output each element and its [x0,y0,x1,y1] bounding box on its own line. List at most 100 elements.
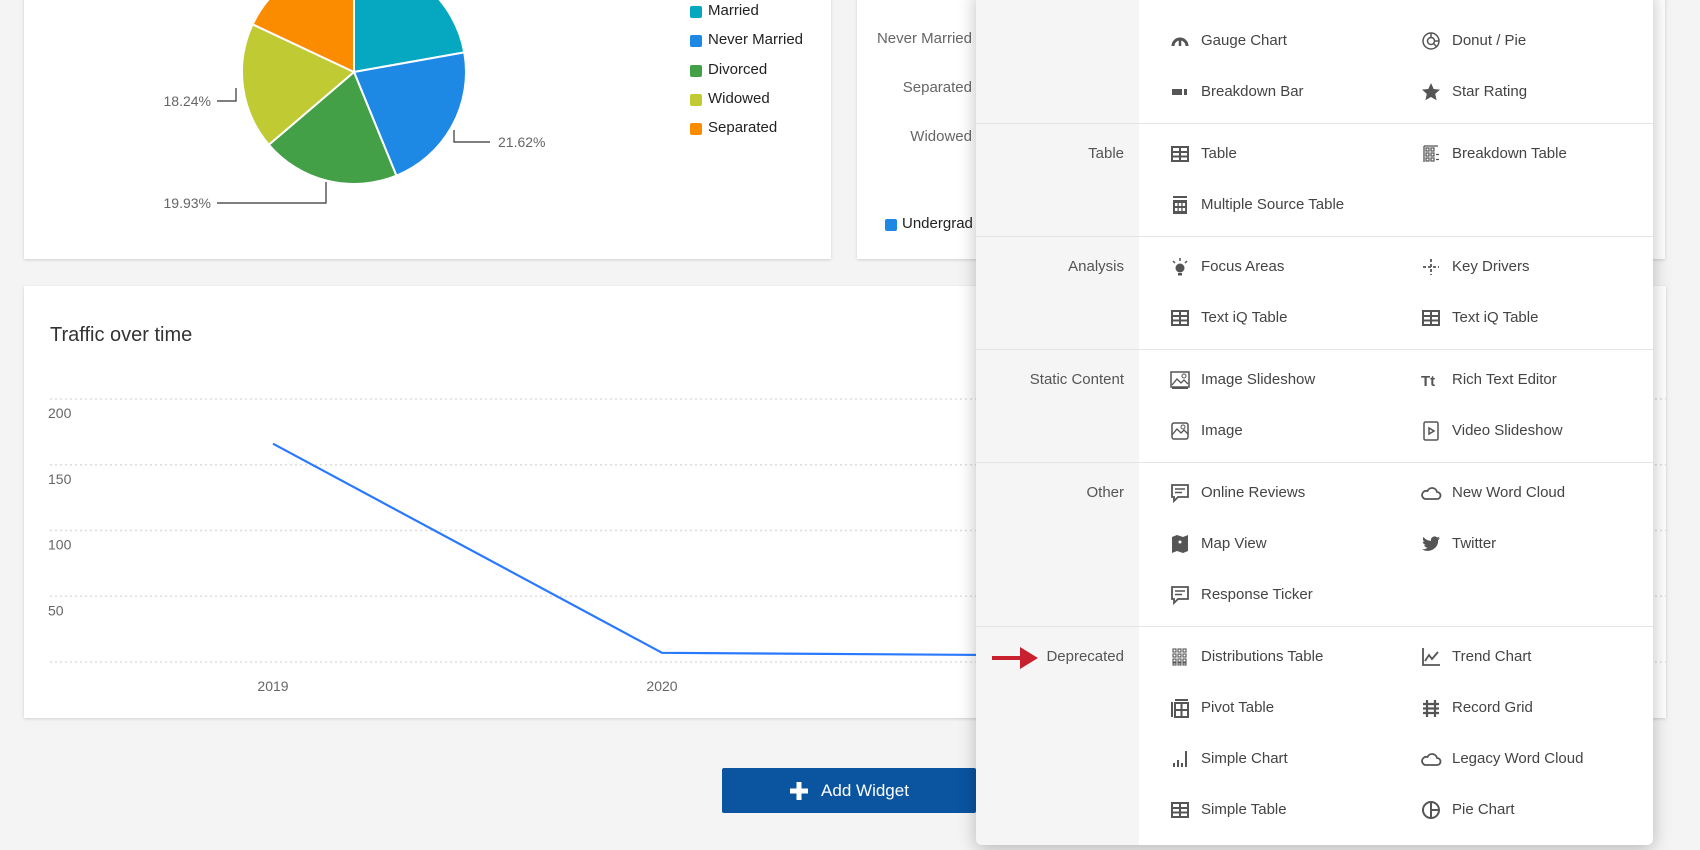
widget-option-text-iq-table[interactable]: Text iQ Table [1169,292,1287,343]
widget-option-simple-table[interactable]: Simple Table [1169,784,1287,835]
widget-option-label: Donut / Pie [1452,32,1527,49]
widget-option-label: Simple Chart [1201,750,1288,767]
menu-row: Response Ticker [1139,569,1653,620]
widget-option-new-word-cloud[interactable]: New Word Cloud [1420,467,1565,518]
widget-option-response-ticker[interactable]: Response Ticker [1169,569,1313,620]
widget-option-record-grid[interactable]: Record Grid [1420,682,1533,733]
legend-item[interactable]: Married [708,2,759,19]
widget-option-label: Rich Text Editor [1452,371,1557,388]
widget-option-label: Focus Areas [1201,258,1285,275]
widget-option-label: Record Grid [1452,699,1533,716]
widget-option-label: Breakdown Table [1452,145,1567,162]
widget-option-label: Pivot Table [1201,699,1275,716]
widget-option-label: Map View [1201,535,1267,552]
widget-option-item[interactable] [1169,0,1201,15]
menu-section: Static Content Image Slideshow Tt Rich Text… [976,349,1653,462]
widget-option-online-reviews[interactable]: Online Reviews [1169,467,1305,518]
svg-text:Tt: Tt [1421,373,1435,390]
widget-option-donut-pie[interactable]: Donut / Pie [1420,15,1526,66]
add-widget-button[interactable]: Add Widget [722,768,976,813]
legend-item[interactable]: Divorced [708,61,767,78]
menu-row: Online Reviews New Word Cloud [1139,467,1653,518]
legend-item[interactable]: Never Married [708,31,803,48]
widget-option-focus-areas[interactable]: Focus Areas [1169,241,1284,292]
widget-option-simple-chart[interactable]: Simple Chart [1169,733,1288,784]
widget-option-label: Simple Table [1201,801,1287,818]
menu-row: Text iQ Table Text iQ Table [1139,292,1653,343]
widget-option-video-slideshow[interactable]: Video Slideshow [1420,405,1563,456]
bar-category-label: Never Married [876,30,972,47]
widget-option-label: Twitter [1452,535,1497,552]
widget-option-label: Legacy Word Cloud [1452,750,1584,767]
widget-option-twitter[interactable]: Twitter [1420,518,1496,569]
widget-option-label: Pie Chart [1452,801,1515,818]
menu-row: Map View Twitter [1139,518,1653,569]
widget-option-label: Image Slideshow [1201,371,1316,388]
widget-option-label: Breakdown Bar [1201,83,1304,100]
widget-type-menu: Gauge Chart Donut / Pie Breakdown Bar Star … [976,0,1653,845]
y-tick-label: 100 [48,537,72,553]
section-label: Deprecated [1046,648,1124,665]
bar-category-label: Separated [902,79,972,96]
legend-item[interactable]: Widowed [708,90,770,107]
widget-option-key-drivers[interactable]: Key Drivers [1420,241,1530,292]
widget-option-image-slideshow[interactable]: Image Slideshow [1169,354,1315,405]
legend-item[interactable]: Separated [708,119,777,136]
widget-option-pie-chart[interactable]: Pie Chart [1420,784,1515,835]
image-icon [1171,421,1189,440]
traffic-series-line[interactable] [272,442,1052,657]
image-slideshow-icon [1170,370,1190,389]
widget-option-label: Trend Chart [1452,648,1532,665]
menu-section: Other Online Reviews New Word Cloud Map Vie… [976,462,1653,626]
comment-icon [1171,483,1189,503]
widget-option-star-rating[interactable]: Star Rating [1420,66,1527,117]
legend-swatch [690,6,702,18]
menu-row: Pivot Table Record Grid [1139,682,1653,733]
grid-icon [1423,699,1439,717]
menu-row: Image Video Slideshow [1139,405,1653,456]
twitter-icon [1422,535,1440,551]
legend-swatch [690,123,702,136]
widget-option-breakdown-bar[interactable]: Breakdown Bar [1169,66,1304,117]
widget-option-pivot-table[interactable]: Pivot Table [1169,682,1274,733]
menu-row: Simple Chart Legacy Word Cloud [1139,733,1653,784]
menu-row [1139,0,1653,15]
menu-row: Distributions Table Trend Chart [1139,631,1653,682]
x-tick-label: 2020 [646,678,677,694]
widget-option-label: Table [1201,145,1237,162]
comment-icon [1171,585,1189,605]
menu-section: Table Table Breakdown Table Multiple Source… [976,123,1653,236]
widget-option-table[interactable]: Table [1169,128,1237,179]
widget-option-label: Response Ticker [1201,586,1313,603]
widget-option-multiple-source-table[interactable]: Multiple Source Table [1169,179,1344,230]
slice-percent-label: 21.62% [498,134,545,150]
widget-option-trend-chart[interactable]: Trend Chart [1420,631,1531,682]
cloud-icon [1421,752,1442,766]
table-icon [1169,0,1191,1]
widget-option-gauge-chart[interactable]: Gauge Chart [1169,15,1287,66]
y-tick-label: 50 [48,602,64,618]
legend-swatch [690,93,702,106]
menu-section: Deprecated Distributions Table Trend Chart… [976,626,1653,841]
key-drivers-icon [1423,258,1439,275]
widget-option-text-iq-table[interactable]: Text iQ Table [1420,292,1538,343]
cloud-icon [1421,486,1442,500]
widget-option-label: Distributions Table [1201,648,1324,665]
widget-option-label: Image [1201,422,1243,439]
section-label: Table [1088,145,1124,162]
menu-row: Focus Areas Key Drivers [1139,241,1653,292]
trend-chart-icon [1422,647,1440,666]
widget-option-breakdown-table[interactable]: Breakdown Table [1420,128,1567,179]
widget-option-map-view[interactable]: Map View [1169,518,1267,569]
legend-swatch [690,35,702,48]
menu-row: Table Breakdown Table [1139,128,1653,179]
widget-option-image[interactable]: Image [1169,405,1243,456]
widget-option-distributions-table[interactable]: Distributions Table [1169,631,1323,682]
widget-option-rich-text-editor[interactable]: Tt Rich Text Editor [1420,354,1557,405]
slice-percent-label: 19.93% [164,195,211,211]
widget-option-legacy-word-cloud[interactable]: Legacy Word Cloud [1420,733,1583,784]
y-tick-label: 150 [48,471,72,487]
marital-status-widget: 21.62% 19.93% 18.24% Married Never Married D… [24,0,831,259]
video-icon [1423,420,1439,441]
bar-category-label: Widowed [910,128,972,145]
